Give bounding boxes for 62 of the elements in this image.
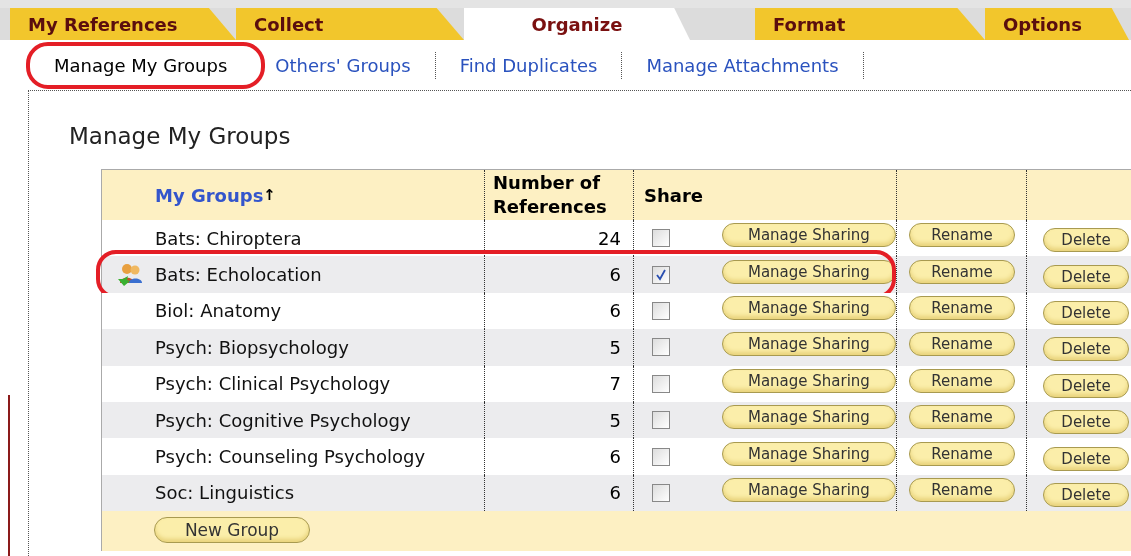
group-name: Biol: Anatomy (155, 299, 282, 324)
reference-count: 6 (609, 299, 621, 324)
manage-sharing-button[interactable]: Manage Sharing (721, 295, 896, 320)
subtab-link[interactable]: Manage My Groups (28, 54, 252, 76)
rename-button[interactable]: Rename (909, 441, 1015, 466)
share-checkbox[interactable] (652, 411, 670, 430)
share-checkbox[interactable] (652, 483, 670, 502)
group-name: Psych: Biopsychology (155, 335, 349, 360)
tab[interactable]: Collect (236, 8, 464, 40)
tab[interactable]: My References (10, 8, 236, 40)
manage-sharing-button[interactable]: Manage Sharing (721, 405, 896, 430)
share-checkbox[interactable] (652, 338, 670, 357)
delete-button[interactable]: Delete (1043, 300, 1129, 325)
subtab-link[interactable]: Others' Groups (251, 51, 436, 79)
share-checkbox[interactable] (652, 374, 670, 393)
subtab-link[interactable]: Manage Attachments (622, 51, 864, 79)
reference-count: 6 (609, 481, 621, 506)
delete-button[interactable]: Delete (1043, 482, 1129, 507)
column-sort-link[interactable]: My Groups (155, 181, 264, 209)
rename-button[interactable]: Rename (909, 368, 1015, 393)
tab[interactable]: Organize (464, 8, 690, 40)
rename-button[interactable]: Rename (909, 295, 1015, 320)
delete-button[interactable]: Delete (1043, 410, 1129, 435)
reference-count: 5 (609, 335, 621, 360)
reference-count: 5 (609, 408, 621, 433)
reference-count: 6 (609, 445, 621, 470)
subtab-link[interactable]: Find Duplicates (435, 51, 623, 79)
manage-sharing-button[interactable]: Manage Sharing (721, 332, 896, 357)
reference-count: 6 (609, 263, 621, 288)
rename-button[interactable]: Rename (909, 259, 1015, 284)
delete-button[interactable]: Delete (1043, 228, 1129, 253)
rename-button[interactable]: Rename (909, 405, 1015, 430)
manage-sharing-button[interactable]: Manage Sharing (721, 368, 896, 393)
rename-button[interactable]: Rename (909, 477, 1015, 502)
group-name: Psych: Counseling Psychology (155, 445, 426, 470)
page-heading: Manage My Groups (69, 122, 292, 151)
tab[interactable]: Format (755, 8, 985, 40)
column-header: Share (644, 183, 703, 208)
reference-count: 7 (609, 372, 621, 397)
group-name: Psych: Cognitive Psychology (155, 408, 411, 433)
manage-sharing-button[interactable]: Manage Sharing (721, 477, 896, 502)
group-name: Bats: Chiroptera (155, 226, 302, 251)
delete-button[interactable]: Delete (1043, 373, 1129, 398)
tab[interactable]: Options (985, 8, 1129, 40)
group-name: Psych: Clinical Psychology (155, 372, 391, 397)
share-checkbox[interactable] (652, 229, 670, 248)
manage-sharing-button[interactable]: Manage Sharing (721, 223, 896, 248)
share-checkbox[interactable] (652, 447, 670, 466)
new-group-button[interactable]: New Group (154, 517, 310, 544)
share-checkbox[interactable] (652, 301, 670, 320)
manage-sharing-button[interactable]: Manage Sharing (721, 441, 896, 466)
column-header: Number of References (493, 171, 608, 219)
rename-button[interactable]: Rename (909, 332, 1015, 357)
rename-button[interactable]: Rename (909, 223, 1015, 248)
sort-indicator: ↑ (263, 184, 276, 206)
delete-button[interactable]: Delete (1043, 337, 1129, 362)
delete-button[interactable]: Delete (1043, 446, 1129, 471)
group-name: Bats: Echolocation (155, 263, 322, 288)
reference-count: 24 (598, 226, 621, 251)
group-name: Soc: Linguistics (155, 481, 295, 506)
share-checkbox[interactable] (652, 265, 670, 284)
delete-button[interactable]: Delete (1043, 264, 1129, 289)
